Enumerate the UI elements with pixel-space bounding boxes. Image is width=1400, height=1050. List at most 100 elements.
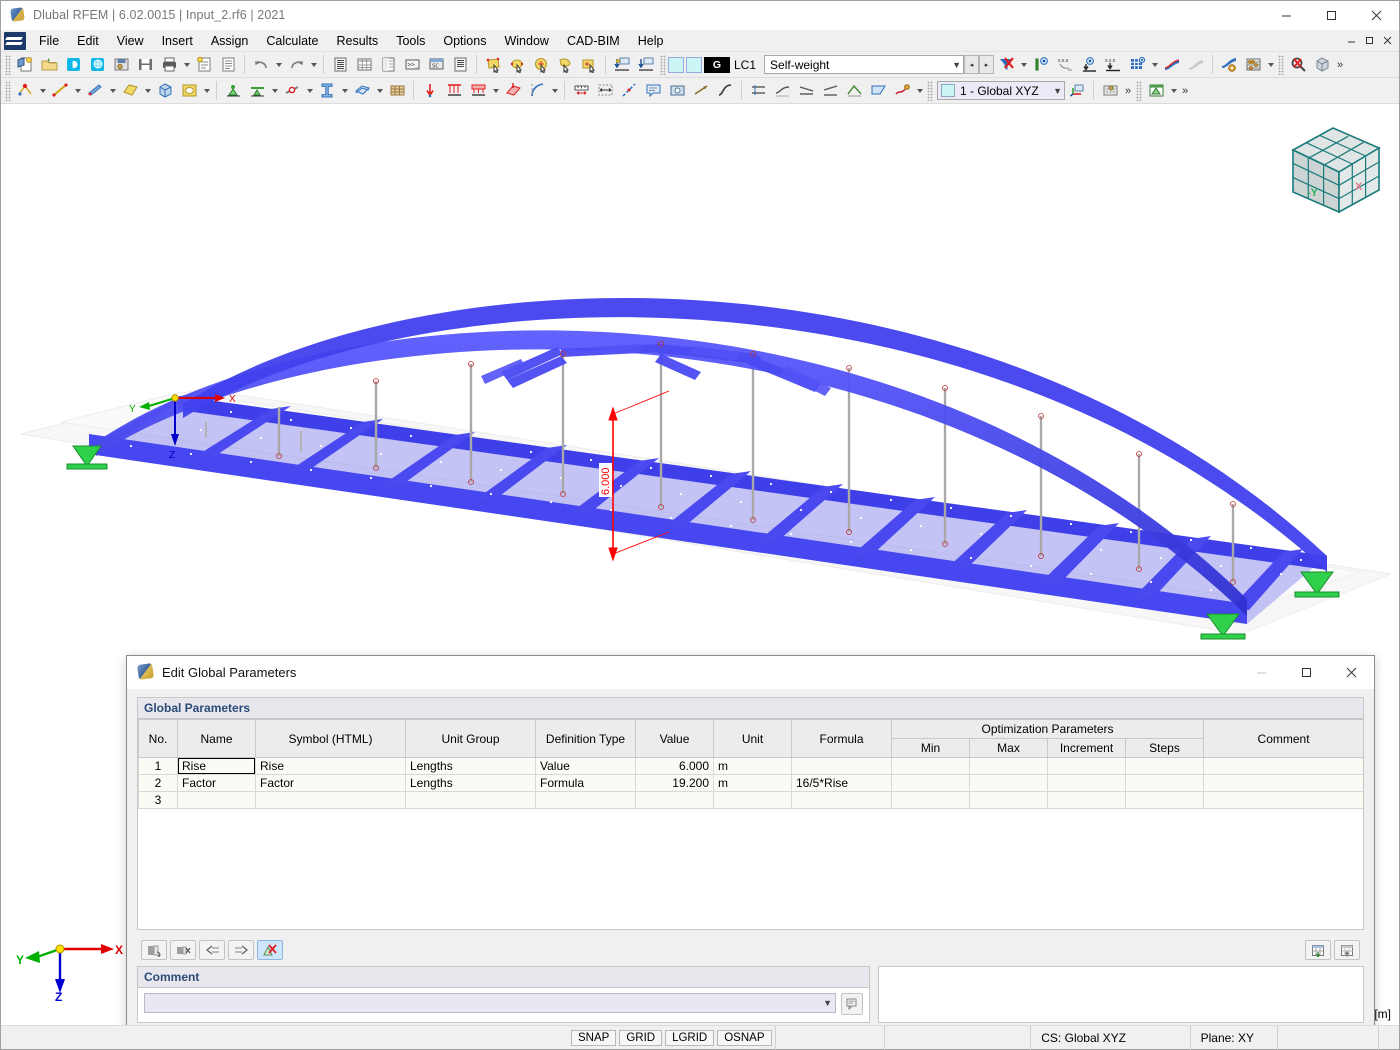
measure-icon[interactable] [569,80,593,102]
menu-results[interactable]: Results [328,31,388,51]
undo-dropdown-icon[interactable] [273,54,284,76]
cell-max[interactable] [970,758,1048,775]
th-formula[interactable]: Formula [792,720,892,758]
cell-unit-group[interactable]: Lengths [406,775,536,792]
cell-unit-group[interactable] [406,792,536,809]
delete-row-icon[interactable] [170,940,196,960]
load-member-icon[interactable] [466,80,490,102]
move-right-icon[interactable] [228,940,254,960]
cell-comment[interactable] [1204,792,1363,809]
toolbar-overflow-icon[interactable]: » [1334,59,1346,71]
wizard-dropdown-icon[interactable] [914,80,925,102]
filter-dropdown-icon[interactable] [1018,54,1029,76]
select-add-icon[interactable] [577,54,601,76]
select-special-icon[interactable] [505,54,529,76]
cell-max[interactable] [970,792,1048,809]
menu-file[interactable]: File [30,31,68,51]
cell-min[interactable] [892,792,970,809]
snap-top-icon[interactable] [610,54,634,76]
cell-comment[interactable] [1204,775,1363,792]
coordinate-system-combobox[interactable]: 1 - Global XYZ ▼ [937,81,1065,100]
comment-icon[interactable] [641,80,665,102]
cell-comment[interactable] [1204,758,1363,775]
grid-visibility-icon[interactable] [1125,54,1149,76]
toolbar2-grip-2[interactable] [927,81,933,101]
save-as-icon[interactable] [109,54,133,76]
load-down-icon[interactable] [1077,54,1101,76]
undo-icon[interactable] [249,54,273,76]
material-icon[interactable] [385,80,409,102]
member-icon[interactable] [83,80,107,102]
hinge-dropdown-icon[interactable] [304,80,315,102]
table-row[interactable]: 3 [139,792,1364,809]
print-dropdown-icon[interactable] [181,54,192,76]
support-line-icon[interactable] [245,80,269,102]
load-case-prev-button[interactable]: ◂ [964,55,979,74]
cell-definition-type[interactable] [536,792,636,809]
toolbar-grip-2[interactable] [660,55,666,75]
guideline-icon[interactable] [617,80,641,102]
dialog-minimize-button[interactable] [1239,656,1284,689]
table-green-icon[interactable] [1144,80,1168,102]
menu-view[interactable]: View [108,31,153,51]
result-diagram-icon[interactable] [1217,54,1241,76]
surface-dropdown-icon[interactable] [142,80,153,102]
toolbar2-overflow-icon[interactable]: » [1122,85,1134,97]
window-minimize-button[interactable] [1264,1,1309,30]
thickness-dropdown-icon[interactable] [374,80,385,102]
menu-window[interactable]: Window [495,31,557,51]
global-parameters-table-wrapper[interactable]: No. Name Symbol (HTML) Unit Group Defini… [138,719,1363,929]
imperfection-icon[interactable] [525,80,549,102]
support-down-icon[interactable]: x.x.x [1101,54,1125,76]
member-dropdown-icon[interactable] [107,80,118,102]
th-no[interactable]: No. [139,720,178,758]
menu-cad-bim[interactable]: CAD-BIM [558,31,629,51]
dialog-maximize-button[interactable] [1284,656,1329,689]
window-maximize-button[interactable] [1309,1,1354,30]
xxx-numbering-icon[interactable]: x.x.x [1053,54,1077,76]
cell-symbol[interactable]: Rise [256,758,406,775]
toolbar2-grip-1[interactable] [5,81,11,101]
select-cursor-icon[interactable] [553,54,577,76]
curve-icon[interactable] [713,80,737,102]
move-left-icon[interactable] [199,940,225,960]
deformation-icon[interactable] [1160,54,1184,76]
select-all-objects-icon[interactable] [529,54,553,76]
align-5-icon[interactable] [842,80,866,102]
photo-icon[interactable] [665,80,689,102]
th-increment[interactable]: Increment [1048,739,1126,758]
node-dropdown-icon[interactable] [37,80,48,102]
hinge-icon[interactable] [280,80,304,102]
table-icon[interactable] [352,54,376,76]
cell-symbol[interactable]: Factor [256,775,406,792]
cell-name[interactable] [178,792,256,809]
cell-steps[interactable] [1126,758,1204,775]
support-node-icon[interactable] [221,80,245,102]
table-row[interactable]: 1 Rise Rise Lengths Value 6.000 m [139,758,1364,775]
th-max[interactable]: Max [970,739,1048,758]
align-1-icon[interactable] [746,80,770,102]
menu-assign[interactable]: Assign [202,31,258,51]
status-coordinate-system[interactable]: CS: Global XYZ [1030,1026,1189,1050]
abacus-dropdown-icon[interactable] [1265,54,1276,76]
status-toggle-grid[interactable]: GRID [619,1030,662,1046]
menu-edit[interactable]: Edit [68,31,108,51]
box-view-icon[interactable] [1310,54,1334,76]
print-icon[interactable] [157,54,181,76]
load-free-icon[interactable] [501,80,525,102]
th-comment[interactable]: Comment [1204,720,1363,758]
cell-min[interactable] [892,775,970,792]
dimension-icon[interactable] [593,80,617,102]
cell-value[interactable]: 19.200 [636,775,714,792]
zoom-reset-icon[interactable] [1286,54,1310,76]
new-report-icon[interactable] [192,54,216,76]
cs-axes-icon[interactable] [1065,80,1089,102]
dialog-close-button[interactable] [1329,656,1374,689]
load-dropdown-icon[interactable] [490,80,501,102]
cell-definition-type[interactable]: Value [536,758,636,775]
status-plane[interactable]: Plane: XY [1190,1026,1277,1050]
new-model-icon[interactable] [13,54,37,76]
cell-unit[interactable]: m [714,758,792,775]
cell-name[interactable]: Factor [178,775,256,792]
align-2-icon[interactable] [770,80,794,102]
